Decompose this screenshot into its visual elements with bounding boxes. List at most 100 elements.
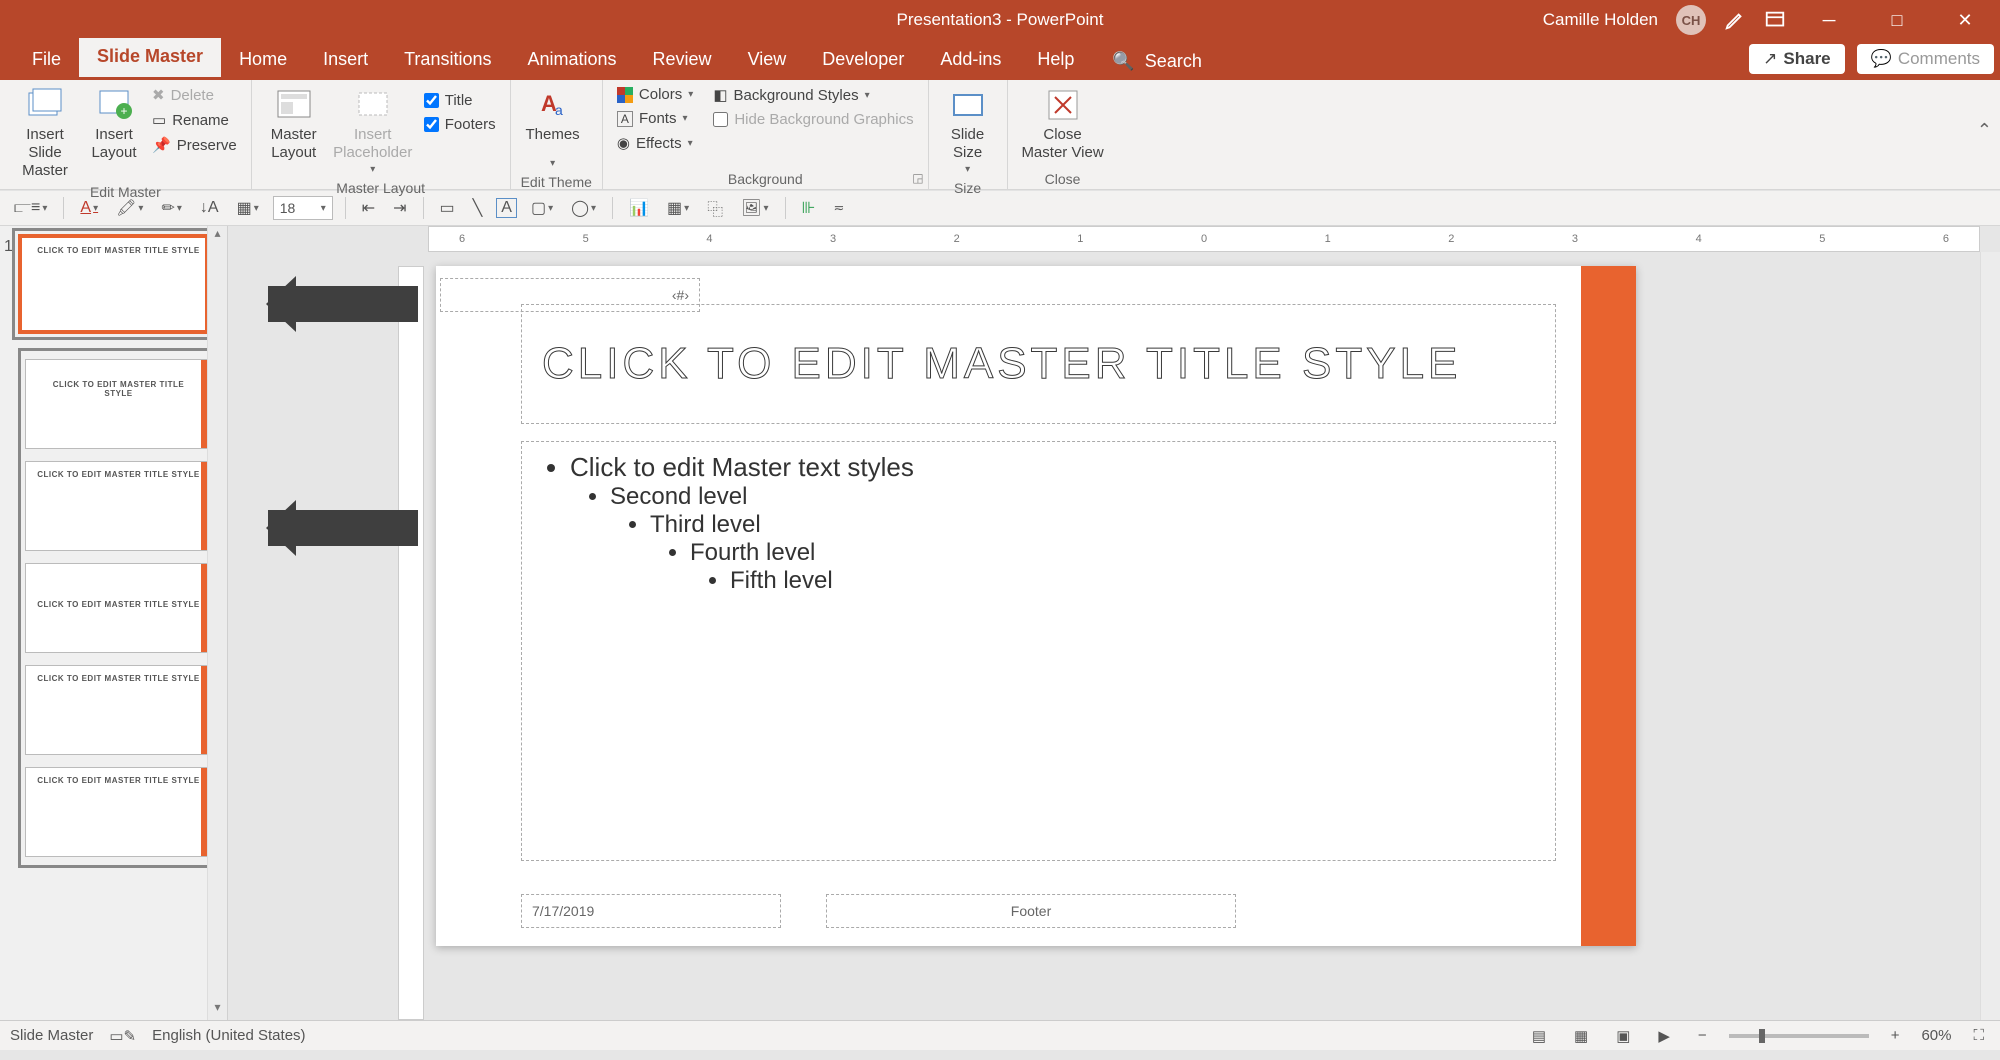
scroll-down-button[interactable]: ▾ [208,1000,227,1020]
tab-review[interactable]: Review [635,41,730,80]
title-placeholder[interactable]: CLICK TO EDIT MASTER TITLE STYLE [521,304,1556,424]
master-layout-button[interactable]: Master Layout [262,84,326,164]
footers-checkbox[interactable]: Footers [420,114,500,135]
preserve-button[interactable]: 📌Preserve [148,134,241,156]
hide-bg-checkbox[interactable]: Hide Background Graphics [709,109,917,130]
tab-slide-master[interactable]: Slide Master [79,38,221,80]
minimize-button[interactable]: ─ [1804,0,1854,40]
slide-sorter-button[interactable]: ▦ [1568,1025,1594,1047]
insert-layout-button[interactable]: + Insert Layout [84,84,144,164]
ribbon-display-icon[interactable] [1764,9,1786,31]
slide-master-thumbnail[interactable]: CLICK TO EDIT MASTER TITLE STYLE [18,234,219,334]
effects-button[interactable]: ◉Effects ▾ [613,132,697,154]
increase-indent-button[interactable]: ⇥ [389,196,410,220]
background-dialog-launcher[interactable]: ◲ [912,171,923,185]
themes-button[interactable]: Aa Themes▾ [521,84,585,172]
chevron-down-icon: ▾ [965,164,970,176]
layout-thumbnail[interactable]: CLICK TO EDIT MASTER TITLE STYLE [25,359,212,449]
date-placeholder[interactable]: 7/17/2019 [521,894,781,928]
align-button[interactable]: ⫍≡ ▾ [10,197,51,219]
tab-transitions[interactable]: Transitions [386,41,509,80]
group-background-label: Background [613,169,918,187]
canvas-scrollbar[interactable] [1980,252,2000,1020]
slide-number-placeholder[interactable]: ‹#› [440,278,700,312]
reading-view-button[interactable]: ▣ [1610,1025,1636,1047]
line-shape-button[interactable]: ╲ [469,196,487,220]
tab-insert[interactable]: Insert [305,41,386,80]
insert-placeholder-button[interactable]: Insert Placeholder ▾ [330,84,416,178]
close-window-button[interactable]: ✕ [1940,0,1990,40]
tab-developer[interactable]: Developer [804,41,922,80]
language-label[interactable]: English (United States) [152,1027,305,1044]
scroll-up-button[interactable]: ▴ [208,226,227,246]
align-objects-button[interactable]: ⊪ [798,196,820,220]
share-icon: ↗ [1763,49,1777,69]
spellcheck-icon[interactable]: ▭✎ [109,1027,136,1045]
colors-label: Colors [639,86,682,103]
thumb-title: CLICK TO EDIT MASTER TITLE STYLE [22,238,215,255]
layout-thumbnail[interactable]: CLICK TO EDIT MASTER TITLE STYLE [25,563,212,653]
status-bar: Slide Master ▭✎ English (United States) … [0,1020,2000,1050]
comments-button[interactable]: 💬Comments [1857,44,1994,74]
text-box-button[interactable]: A [496,198,517,218]
insert-slide-master-button[interactable]: Insert Slide Master [10,84,80,182]
layout-thumbnails-group: CLICK TO EDIT MASTER TITLE STYLE CLICK T… [18,348,219,868]
tab-addins[interactable]: Add-ins [922,41,1019,80]
tab-animations[interactable]: Animations [509,41,634,80]
fonts-icon: A [617,111,633,127]
tab-help[interactable]: Help [1019,41,1092,80]
rename-button[interactable]: ▭Rename [148,109,241,131]
picture-button[interactable]: 🖼 ▾ [737,196,772,220]
fonts-button[interactable]: AFonts ▾ [613,108,697,129]
footers-checkbox-label: Footers [445,116,496,133]
chart-button[interactable]: 📊 [625,196,653,220]
layout-thumbnail[interactable]: CLICK TO EDIT MASTER TITLE STYLE [25,461,212,551]
insert-slide-master-label: Insert Slide Master [12,126,78,180]
pen-icon[interactable] [1724,9,1746,31]
colors-button[interactable]: Colors ▾ [613,84,697,105]
thumbnail-scrollbar[interactable]: ▴ ▾ [207,226,227,1020]
avatar-initials: CH [1682,13,1701,28]
slideshow-button[interactable]: ▶ [1652,1025,1676,1047]
zoom-level[interactable]: 60% [1921,1027,1951,1044]
thumb-title: CLICK TO EDIT MASTER TITLE STYLE [26,666,211,683]
fit-to-window-button[interactable]: ⛶ [1967,1025,1990,1046]
maximize-button[interactable]: □ [1872,0,1922,40]
oval-button[interactable]: ◯ ▾ [567,196,600,220]
content-placeholder[interactable]: Click to edit Master text styles Second … [521,441,1556,861]
rectangle-shape-button[interactable]: ▭ [436,196,459,220]
tab-view[interactable]: View [730,41,805,80]
zoom-in-button[interactable]: + [1885,1025,1906,1046]
background-styles-button[interactable]: ◧Background Styles ▾ [709,84,917,106]
normal-view-button[interactable]: ▤ [1526,1025,1552,1047]
shapes-button[interactable]: ▢ ▾ [527,196,557,220]
slide-size-button[interactable]: Slide Size ▾ [939,84,997,178]
crop-button[interactable]: ⿻ [703,194,727,222]
close-master-view-button[interactable]: Close Master View [1018,84,1108,164]
rename-label: Rename [172,112,229,129]
date-text: 7/17/2019 [532,903,594,919]
tell-me-search[interactable]: 🔍 Search [1092,51,1221,80]
footer-placeholder[interactable]: Footer [826,894,1236,928]
chevron-down-icon: ▾ [688,89,693,100]
delete-layout-button[interactable]: ✖Delete [148,84,241,106]
more-commands-button[interactable]: ≂ [829,198,848,218]
tab-home[interactable]: Home [221,41,305,80]
layout-thumbnail[interactable]: CLICK TO EDIT MASTER TITLE STYLE [25,665,212,755]
font-size-combo[interactable]: 18▾ [273,196,333,220]
collapse-ribbon-button[interactable]: ⌃ [1977,120,1992,141]
zoom-out-button[interactable]: − [1692,1025,1713,1046]
decrease-indent-button[interactable]: ⇤ [358,196,379,220]
zoom-slider[interactable] [1729,1034,1869,1038]
user-avatar[interactable]: CH [1676,5,1706,35]
sort-button[interactable]: ↓A [196,197,223,219]
slide-master-canvas[interactable]: CLICK TO EDIT MASTER TITLE STYLE Click t… [436,266,1636,946]
title-checkbox[interactable]: Title [420,90,500,111]
user-name: Camille Holden [1543,10,1658,30]
share-button[interactable]: ↗Share [1749,44,1845,74]
table-button[interactable]: ▦ ▾ [663,196,693,220]
font-color-button[interactable]: A ▾ [76,197,102,219]
tab-file[interactable]: File [14,41,79,80]
thumbnail-pane: 1 CLICK TO EDIT MASTER TITLE STYLE CLICK… [0,226,228,1020]
layout-thumbnail[interactable]: CLICK TO EDIT MASTER TITLE STYLE [25,767,212,857]
